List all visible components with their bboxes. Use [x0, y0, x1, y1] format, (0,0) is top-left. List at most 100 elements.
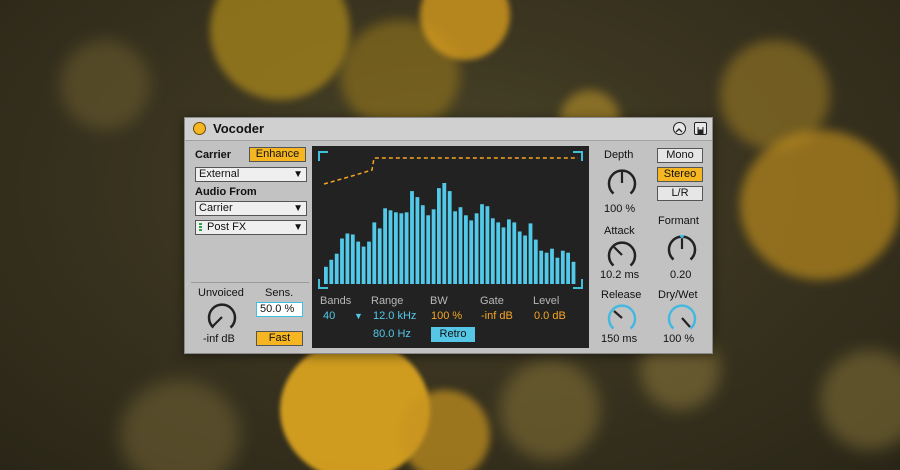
- unvoiced-label: Unvoiced: [198, 287, 244, 299]
- carrier-select-value: External: [199, 168, 240, 180]
- band-meter-bar: [388, 210, 393, 284]
- band-meter-bar: [550, 248, 554, 284]
- band-meter-bar: [383, 208, 387, 285]
- bands-dropdown-icon[interactable]: ▼: [354, 311, 363, 321]
- band-meter-bar: [474, 213, 479, 284]
- band-meter-graph[interactable]: [312, 146, 589, 291]
- band-meter-bar: [447, 191, 452, 284]
- drywet-value: 100 %: [663, 333, 695, 345]
- hot-swap-icon[interactable]: [673, 122, 686, 135]
- band-meter-bar: [485, 206, 490, 284]
- band-meter-bar: [528, 223, 533, 284]
- release-label: Release: [601, 289, 642, 301]
- band-meter-bar: [350, 234, 355, 284]
- vocoder-device: Vocoder Carrier Enhance External ▼ Audio…: [184, 117, 713, 354]
- fast-button[interactable]: Fast: [256, 331, 303, 346]
- formant-curve: [323, 157, 578, 185]
- unvoiced-value: -inf dB: [203, 333, 235, 345]
- attack-knob[interactable]: [606, 239, 638, 271]
- attack-label: Attack: [604, 225, 635, 237]
- range-high-value[interactable]: 12.0 kHz: [373, 310, 416, 322]
- band-meter-bar: [345, 233, 350, 284]
- band-meter-bar: [555, 257, 560, 284]
- bands-value[interactable]: 40: [323, 310, 335, 322]
- sens-value-field[interactable]: 50.0 %: [256, 302, 303, 317]
- band-meter-bar: [372, 222, 377, 284]
- bokeh-light: [820, 350, 900, 450]
- depth-knob[interactable]: [606, 167, 638, 199]
- drywet-knob[interactable]: [666, 302, 698, 334]
- section-divider: [191, 282, 309, 283]
- band-meter-bar: [453, 211, 457, 284]
- band-meter-bar: [469, 220, 474, 284]
- bands-label: Bands: [320, 295, 352, 307]
- band-meter-bar: [539, 250, 544, 284]
- release-value: 150 ms: [601, 333, 638, 345]
- save-preset-icon[interactable]: [694, 122, 707, 135]
- gate-label: Gate: [480, 295, 504, 307]
- band-meter-bar: [496, 222, 501, 284]
- band-meter-bar: [415, 197, 420, 284]
- band-meter-bar: [329, 259, 334, 284]
- band-meter-bar: [533, 239, 538, 284]
- bokeh-light: [120, 380, 240, 470]
- lr-button[interactable]: L/R: [657, 186, 703, 201]
- band-meter-bar: [431, 209, 436, 284]
- audio-from-label: Audio From: [195, 186, 257, 198]
- band-meter-bar: [420, 205, 425, 284]
- mono-button[interactable]: Mono: [657, 148, 703, 163]
- band-meter-bar: [367, 241, 371, 284]
- band-meter-bar: [410, 191, 414, 284]
- band-meter-bar: [437, 188, 441, 284]
- band-meter-bar: [517, 231, 522, 284]
- formant-label: Formant: [658, 215, 699, 227]
- sens-label: Sens.: [265, 287, 294, 299]
- tap-point-select[interactable]: Post FX ▼: [195, 220, 307, 235]
- bokeh-light: [740, 130, 900, 280]
- bokeh-light: [60, 40, 150, 130]
- band-meter-bar: [377, 228, 382, 284]
- band-meter-bar: [571, 261, 576, 284]
- band-meter-bar: [566, 252, 570, 284]
- depth-value: 100 %: [604, 203, 636, 215]
- level-value[interactable]: 0.0 dB: [534, 310, 566, 322]
- attack-value: 10.2 ms: [600, 269, 640, 281]
- stereo-button[interactable]: Stereo: [657, 167, 703, 182]
- retro-button[interactable]: Retro: [431, 327, 475, 342]
- device-titlebar: Vocoder: [185, 118, 712, 141]
- band-meter-bar: [399, 213, 404, 284]
- level-label: Level: [533, 295, 560, 307]
- device-power-toggle[interactable]: [193, 122, 206, 135]
- band-meter-bar: [442, 183, 447, 284]
- band-meter-bar: [356, 241, 361, 284]
- band-meter-bar: [324, 266, 328, 284]
- band-meter-bar: [464, 215, 468, 284]
- spectrum-display: Bands 40 ▼ Range 12.0 kHz 80.0 Hz BW 100…: [312, 146, 589, 348]
- drywet-label: Dry/Wet: [658, 289, 698, 301]
- band-meter-bar: [361, 246, 366, 284]
- carrier-label: Carrier: [195, 149, 232, 161]
- band-meter-bar: [394, 212, 398, 284]
- gate-value[interactable]: -inf dB: [481, 310, 513, 322]
- unvoiced-knob[interactable]: [206, 301, 238, 333]
- bw-value[interactable]: 100 %: [431, 310, 462, 322]
- band-meter-bar: [340, 238, 344, 284]
- hot-swap-glyph: [675, 128, 683, 133]
- enhance-button[interactable]: Enhance: [249, 147, 306, 162]
- dropdown-arrow-icon: ▼: [293, 169, 303, 180]
- track-grip-icon: [199, 223, 202, 232]
- release-knob[interactable]: [606, 302, 638, 334]
- bokeh-light: [500, 360, 600, 460]
- band-meter-bar: [507, 219, 511, 284]
- range-low-value[interactable]: 80.0 Hz: [373, 328, 411, 340]
- bokeh-light: [210, 0, 350, 100]
- bw-label: BW: [430, 295, 448, 307]
- band-meter-bar: [512, 222, 517, 284]
- dropdown-arrow-icon: ▼: [293, 222, 303, 233]
- audio-from-select-value: Carrier: [199, 202, 233, 214]
- carrier-select[interactable]: External ▼: [195, 167, 307, 182]
- band-meter-bar: [544, 252, 549, 284]
- dropdown-arrow-icon: ▼: [293, 203, 303, 214]
- formant-knob[interactable]: [666, 233, 698, 265]
- audio-from-select[interactable]: Carrier ▼: [195, 201, 307, 216]
